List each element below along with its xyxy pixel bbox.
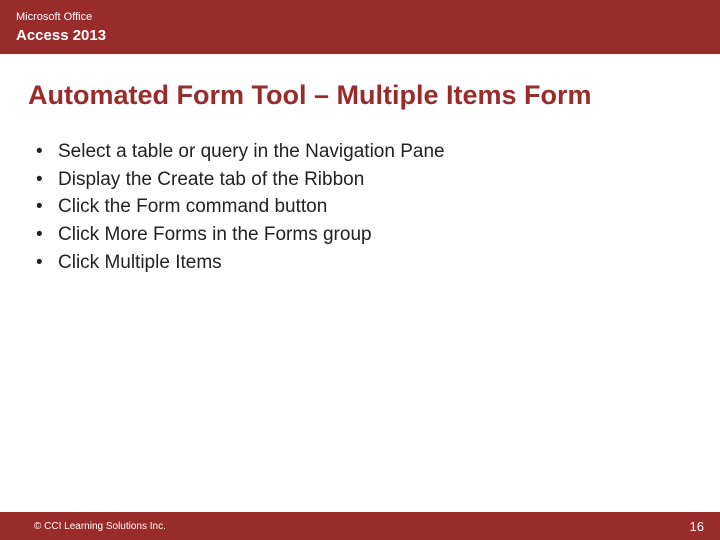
slide-content: Automated Form Tool – Multiple Items For…: [0, 54, 720, 275]
list-item: Click More Forms in the Forms group: [36, 222, 692, 248]
header-brand: Microsoft Office: [16, 11, 704, 24]
header-product: Access 2013: [16, 27, 704, 45]
list-item: Select a table or query in the Navigatio…: [36, 139, 692, 165]
footer-bar: © CCI Learning Solutions Inc. 16: [0, 512, 720, 540]
list-item: Display the Create tab of the Ribbon: [36, 167, 692, 193]
footer-page-number: 16: [690, 519, 704, 534]
header-bar: Microsoft Office Access 2013: [0, 0, 720, 54]
list-item: Click the Form command button: [36, 194, 692, 220]
bullet-list: Select a table or query in the Navigatio…: [28, 139, 692, 275]
list-item: Click Multiple Items: [36, 250, 692, 276]
footer-copyright: © CCI Learning Solutions Inc.: [34, 521, 166, 532]
slide-title: Automated Form Tool – Multiple Items For…: [28, 80, 692, 111]
